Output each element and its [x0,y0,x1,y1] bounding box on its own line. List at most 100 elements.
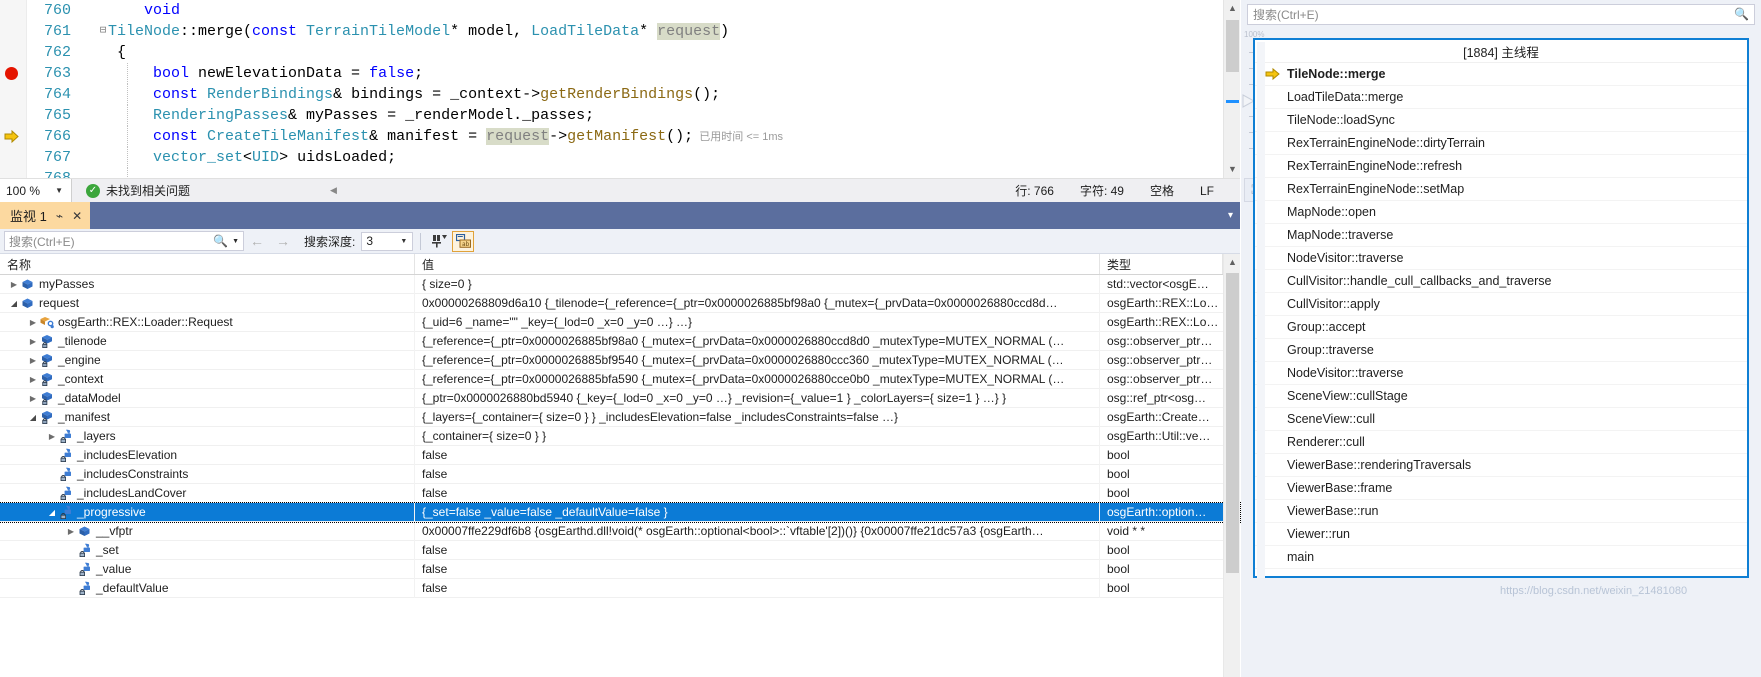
watch-variable-value[interactable]: false [415,464,1100,484]
watch-variable-value[interactable]: 0x00000268809d6a10 {_tilenode={_referenc… [415,293,1100,313]
watch-row[interactable]: ▶ _context {_reference={_ptr=0x0000026885b… [0,369,1240,389]
chevron-right-icon[interactable]: ▶ [27,356,39,365]
call-stack-search-input[interactable]: 搜索(Ctrl+E) 🔍 [1247,3,1755,25]
editor-vertical-scrollbar[interactable]: ▲ ▼ [1223,0,1240,178]
watch-row-name-cell[interactable]: _includesLandCover [0,483,415,503]
scrollbar-thumb[interactable] [1226,273,1239,573]
search-next-arrow-icon[interactable]: → [274,233,292,249]
breakpoint-icon[interactable] [5,67,18,80]
call-stack-frame[interactable]: CullVisitor::apply [1255,293,1747,316]
chevron-down-icon[interactable]: ◢ [8,299,20,308]
indentation-indicator[interactable]: 空格 [1150,182,1174,199]
call-stack-frame[interactable]: ViewerBase::run [1255,500,1747,523]
watch-row[interactable]: ▶ myPasses { size=0 } std::vector<osgE… [0,274,1240,294]
code-line[interactable]: 761 ⊟ TileNode::merge(const TerrainTileMod… [0,21,1213,42]
scrollbar-thumb[interactable] [1226,20,1239,72]
chevron-down-icon[interactable]: ▼ [400,238,407,245]
call-stack-frame[interactable]: Renderer::cull [1255,431,1747,454]
code-line[interactable]: 760 void [0,0,1213,21]
watch-variable-value[interactable]: false [415,483,1100,503]
call-stack-frame[interactable]: SceneView::cull [1255,408,1747,431]
watch-variable-value[interactable]: {_uid=6 _name="" _key={_lod=0 _x=0 _y=0 … [415,312,1100,332]
zoom-level-selector[interactable]: 100 % ▼ [0,178,72,203]
watch-row-name-cell[interactable]: ▶ _tilenode [0,331,415,351]
watch-row-name-cell[interactable]: ▶ _engine [0,350,415,370]
watch-grid-rows[interactable]: ▶ myPasses { size=0 } std::vector<osgE… ◢ req… [0,274,1241,598]
watch-grid[interactable]: 名称 值 类型 ▶ myPasses { size=0 } std::vector<o… [0,254,1241,677]
tab-watch-1[interactable]: 监视 1 ⌁ ✕ [0,202,91,229]
call-stack-frame[interactable]: Viewer::run [1255,523,1747,546]
watch-variable-value[interactable]: false [415,578,1100,598]
call-stack-frame[interactable]: RexTerrainEngineNode::dirtyTerrain [1255,132,1747,155]
watch-row[interactable]: ▶ _tilenode {_reference={_ptr=0x0000026885… [0,331,1240,351]
watch-variable-value[interactable]: {_container={ size=0 } } [415,426,1100,446]
watch-row-name-cell[interactable]: ▶ _dataModel [0,388,415,408]
watch-row-name-cell[interactable]: _defaultValue [0,578,415,598]
watch-row[interactable]: _value false bool [0,559,1240,579]
watch-row[interactable]: ◢ _manifest {_layers={_container={ size=0 … [0,407,1240,427]
code-line[interactable]: 767 vector_set<UID> uidsLoaded; [0,147,1213,168]
watch-variable-value[interactable]: false [415,559,1100,579]
code-editor[interactable]: 760 void 761 ⊟ TileNode::merge(const Terrai… [0,0,1240,178]
line-ending-indicator[interactable]: LF [1200,184,1214,198]
call-stack-frame[interactable]: TileNode::loadSync [1255,109,1747,132]
call-stack-frame[interactable]: SceneView::cullStage [1255,385,1747,408]
watch-row-name-cell[interactable]: ▶ __vfptr [0,521,415,541]
chevron-down-icon[interactable]: ◢ [27,413,39,422]
call-stack-frame[interactable]: MapNode::traverse [1255,224,1747,247]
watch-row-name-cell[interactable]: ◢ request [0,293,415,313]
watch-row[interactable]: _includesElevation false bool [0,445,1240,465]
watch-row-name-cell[interactable]: ◢ _manifest [0,407,415,427]
watch-variable-value[interactable]: {_set=false _value=false _defaultValue=f… [415,502,1100,522]
search-options-chevron-down-icon[interactable]: ▼ [232,238,239,245]
code-line[interactable]: 768 [0,168,1213,178]
column-header-type[interactable]: 类型 [1100,254,1223,274]
watch-row-name-cell[interactable]: ◢ _progressive [0,502,415,522]
show-raw-structure-icon[interactable]: ab [452,230,475,252]
call-stack-frame[interactable]: NodeVisitor::traverse [1255,247,1747,270]
call-stack-frame-list[interactable]: [1884] 主线程 TileNode::merge LoadTileData::… [1253,38,1749,578]
watch-row[interactable]: _includesLandCover false bool [0,483,1240,503]
collapse-nav-icon[interactable]: ◀ [330,185,337,196]
call-stack-frame[interactable]: NodeVisitor::traverse [1255,362,1747,385]
watch-search-input[interactable]: 搜索(Ctrl+E) 🔍 ▼ [4,231,244,251]
watch-row-name-cell[interactable]: ▶ myPasses [0,274,415,294]
watch-row-name-cell[interactable]: ▶ osgEarth::REX::Loader::Request [0,312,415,332]
watch-variable-value[interactable]: {_layers={_container={ size=0 } } _inclu… [415,407,1100,427]
watch-variable-value[interactable]: false [415,445,1100,465]
watch-variable-value[interactable]: false [415,540,1100,560]
elapsed-time-adornment[interactable]: 已用时间 <= 1ms [693,131,783,143]
watch-row[interactable]: _defaultValue false bool [0,578,1240,598]
call-stack-frame[interactable]: ViewerBase::frame [1255,477,1747,500]
search-icon[interactable]: 🔍 [213,234,228,248]
call-stack-frame[interactable]: TileNode::merge [1255,63,1747,86]
watch-variable-value[interactable]: {_reference={_ptr=0x0000026885bfa590 {_m… [415,369,1100,389]
pin-filter-icon[interactable] [428,231,450,252]
watch-row[interactable]: ▶ _engine {_reference={_ptr=0x0000026885bf… [0,350,1240,370]
chevron-right-icon[interactable]: ▶ [46,432,58,441]
watch-vertical-scrollbar[interactable]: ▲ [1223,254,1240,677]
chevron-down-icon[interactable]: ◢ [46,508,58,517]
call-stack-frame[interactable]: Group::traverse [1255,339,1747,362]
watch-row[interactable]: _includesConstraints false bool [0,464,1240,484]
scroll-up-arrow-icon[interactable]: ▲ [1224,254,1241,271]
search-icon[interactable]: 🔍 [1734,7,1749,21]
code-lines[interactable]: 760 void 761 ⊟ TileNode::merge(const Terrai… [0,0,1213,178]
chevron-right-icon[interactable]: ▶ [27,375,39,384]
search-depth-selector[interactable]: 3 ▼ [361,231,414,251]
watch-row[interactable]: ▶ _layers {_container={ size=0 } } osgEarth… [0,426,1240,446]
call-stack-frame[interactable]: main [1255,546,1747,569]
watch-row-name-cell[interactable]: _includesElevation [0,445,415,465]
watch-row-name-cell[interactable]: ▶ _layers [0,426,415,446]
chevron-down-icon[interactable]: ▼ [55,186,63,195]
chevron-right-icon[interactable]: ▶ [8,280,20,289]
code-line[interactable]: 766 const CreateTileManifest& manifest =… [0,126,1213,147]
scroll-up-arrow-icon[interactable]: ▲ [1224,0,1240,17]
scroll-down-arrow-icon[interactable]: ▼ [1224,161,1240,178]
chevron-right-icon[interactable]: ▶ [65,527,77,536]
watch-variable-value[interactable]: {_ptr=0x0000026880bd5940 {_key={_lod=0 _… [415,388,1100,408]
watch-variable-value[interactable]: 0x00007ffe229df6b8 {osgEarthd.dll!void(*… [415,521,1100,541]
call-stack-frame[interactable]: ViewerBase::renderingTraversals [1255,454,1747,477]
watch-row[interactable]: ▶ _dataModel {_ptr=0x0000026880bd5940 {_ke… [0,388,1240,408]
call-stack-frame[interactable]: MapNode::open [1255,201,1747,224]
